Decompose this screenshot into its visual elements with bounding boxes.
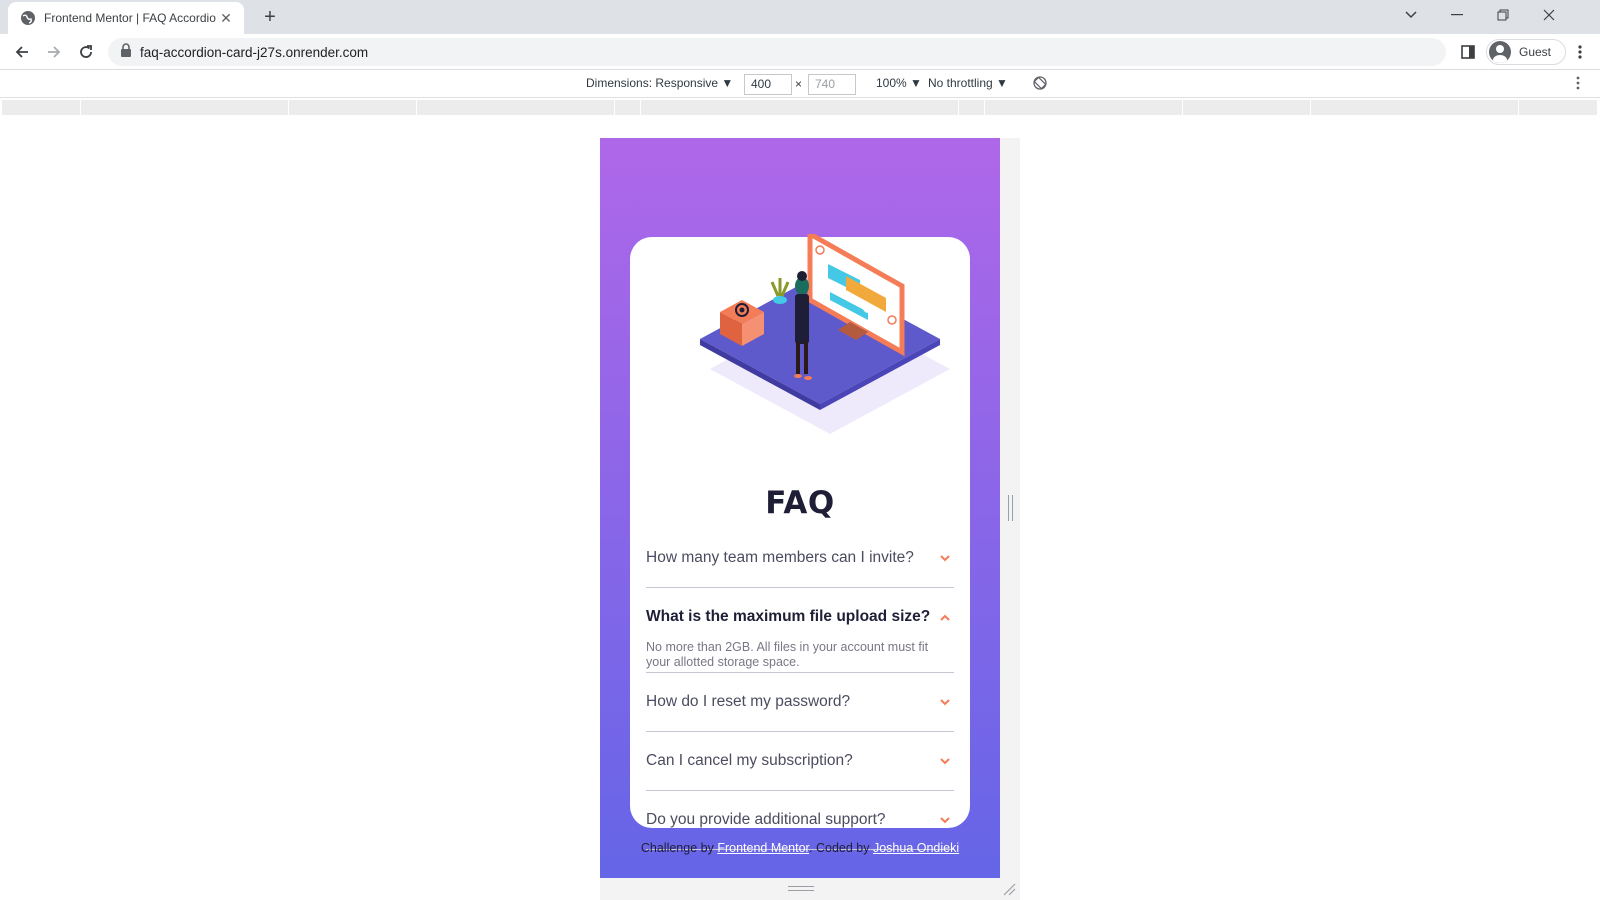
media-query-bar <box>0 99 1600 116</box>
attribution-middle: . Coded by <box>809 841 873 855</box>
faq-item[interactable]: Can I cancel my subscription? <box>646 732 954 791</box>
close-tab-icon[interactable]: ✕ <box>218 10 234 26</box>
browser-toolbar: faq-accordion-card-j27s.onrender.com Gue… <box>0 34 1600 70</box>
browser-tab[interactable]: Frontend Mentor | FAQ Accordio ✕ <box>8 2 244 34</box>
times-sign: × <box>795 77 803 91</box>
media-query-segment[interactable] <box>289 100 417 115</box>
side-panel-icon[interactable] <box>1454 38 1482 66</box>
chevron-down-icon <box>938 815 952 825</box>
width-input[interactable]: 400 <box>744 74 792 95</box>
profile-label: Guest <box>1519 45 1552 59</box>
media-query-segment[interactable] <box>417 100 615 115</box>
close-window-button[interactable] <box>1526 0 1572 30</box>
device-toolbar-menu-icon[interactable] <box>1576 75 1580 94</box>
frontend-mentor-link[interactable]: Frontend Mentor <box>717 841 809 855</box>
lock-icon <box>120 42 132 62</box>
media-query-segment[interactable] <box>959 100 985 115</box>
media-query-segment[interactable] <box>1183 100 1311 115</box>
media-query-segment[interactable] <box>1311 100 1519 115</box>
media-query-segment[interactable] <box>615 100 641 115</box>
back-button[interactable] <box>8 38 36 66</box>
faq-item[interactable]: How many team members can I invite? <box>646 529 954 588</box>
author-link[interactable]: Joshua Ondieki <box>873 841 959 855</box>
chevron-down-icon <box>938 756 952 766</box>
attribution: Challenge by Frontend Mentor. Coded by J… <box>600 841 1000 855</box>
chevron-down-icon <box>938 697 952 707</box>
zoom-dropdown[interactable]: 100% ▼ <box>876 76 922 90</box>
media-query-segment[interactable] <box>2 100 81 115</box>
profile-button[interactable]: Guest <box>1486 39 1566 65</box>
chevron-up-icon <box>938 612 952 622</box>
chevron-down-icon <box>938 553 952 563</box>
throttle-dropdown[interactable]: No throttling ▼ <box>928 76 1008 90</box>
faq-question: How many team members can I invite? <box>646 549 914 566</box>
faq-accordion: How many team members can I invite? What… <box>646 529 954 850</box>
reload-button[interactable] <box>72 38 100 66</box>
resize-handle-right[interactable] <box>1008 495 1013 521</box>
device-toolbar: Dimensions: Responsive ▼ 400 × 740 100% … <box>0 71 1600 98</box>
resize-corner-icon[interactable] <box>1002 882 1016 896</box>
minimize-button[interactable] <box>1434 0 1480 30</box>
faq-question-row[interactable]: How many team members can I invite? <box>646 529 954 587</box>
address-bar[interactable]: faq-accordion-card-j27s.onrender.com <box>108 38 1446 66</box>
faq-question: Do you provide additional support? <box>646 811 886 828</box>
media-query-segment[interactable] <box>1519 100 1598 115</box>
faq-heading: FAQ <box>765 485 835 521</box>
resize-handle-bottom[interactable] <box>788 886 814 891</box>
faq-question: What is the maximum file upload size? <box>646 608 931 625</box>
faq-question-row[interactable]: How do I reset my password? <box>646 673 954 731</box>
browser-menu-icon[interactable] <box>1566 38 1594 66</box>
faq-question: How do I reset my password? <box>646 693 851 710</box>
faq-item[interactable]: How do I reset my password? <box>646 673 954 732</box>
faq-question: Can I cancel my subscription? <box>646 752 853 769</box>
woman-at-screen-illustration <box>700 234 950 434</box>
faq-answer: No more than 2GB. All files in your acco… <box>646 640 929 669</box>
rotate-icon[interactable] <box>1032 75 1048 94</box>
tab-search-icon[interactable] <box>1388 0 1434 30</box>
forward-button[interactable] <box>40 38 68 66</box>
emulated-viewport: FAQ How many team members can I invite? … <box>600 138 1000 878</box>
tab-title: Frontend Mentor | FAQ Accordio <box>44 11 216 25</box>
tab-strip: Frontend Mentor | FAQ Accordio ✕ + <box>0 0 1600 34</box>
faq-card: FAQ How many team members can I invite? … <box>630 234 970 850</box>
new-tab-button[interactable]: + <box>258 5 282 29</box>
dimensions-dropdown[interactable]: Dimensions: Responsive ▼ <box>586 76 733 90</box>
faq-item[interactable]: What is the maximum file upload size? No… <box>646 588 954 673</box>
globe-icon <box>20 10 36 26</box>
restore-button[interactable] <box>1480 0 1526 30</box>
attribution-prefix: Challenge by <box>640 841 718 855</box>
url-text: faq-accordion-card-j27s.onrender.com <box>140 44 369 60</box>
media-query-segment[interactable] <box>985 100 1183 115</box>
faq-question-row[interactable]: Can I cancel my subscription? <box>646 732 954 790</box>
media-query-segment[interactable] <box>641 100 959 115</box>
avatar-icon <box>1489 41 1511 63</box>
height-input[interactable]: 740 <box>808 74 856 95</box>
media-query-segment[interactable] <box>81 100 289 115</box>
